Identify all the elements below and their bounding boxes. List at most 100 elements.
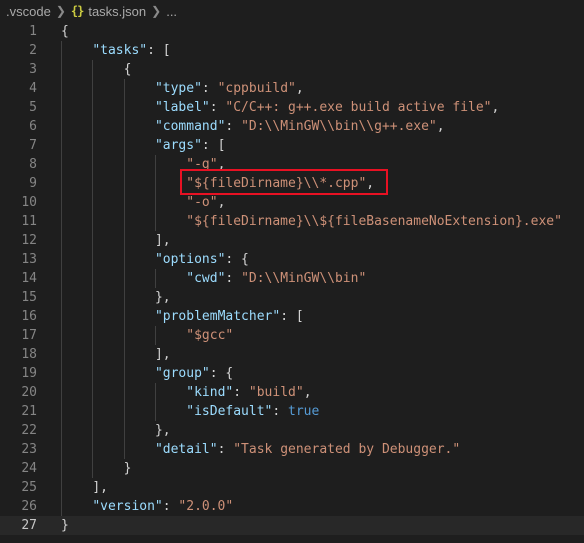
code-text: }, <box>155 421 171 440</box>
code-line[interactable]: 21 "isDefault": true <box>0 402 584 421</box>
line-number: 10 <box>21 195 37 210</box>
code-line[interactable]: 6 "command": "D:\\MinGW\\bin\\g++.exe", <box>0 117 584 136</box>
chevron-right-icon: ❯ <box>151 4 162 18</box>
code-line[interactable]: 13 "options": { <box>0 250 584 269</box>
indent-guide <box>123 421 125 440</box>
code-token: : [ <box>147 43 171 58</box>
code-text: "args": [ <box>155 136 225 155</box>
indent-guide <box>92 402 94 421</box>
code-line[interactable]: 10 "-o", <box>0 193 584 212</box>
code-token: , <box>217 195 226 210</box>
code-line[interactable]: 15}, <box>0 288 584 307</box>
code-line[interactable]: 3{ <box>0 60 584 79</box>
indent-guide <box>92 326 94 345</box>
code-line[interactable]: 24} <box>0 459 584 478</box>
indent-guide <box>123 326 125 345</box>
code-line[interactable]: 20 "kind": "build", <box>0 383 584 402</box>
line-number: 14 <box>21 271 37 286</box>
code-token: "-o" <box>186 195 218 210</box>
line-number: 22 <box>21 423 37 438</box>
code-token: "Task generated by Debugger." <box>233 442 461 457</box>
code-line[interactable]: 5 "label": "C/C++: g++.exe build active f… <box>0 98 584 117</box>
code-line[interactable]: 4 "type": "cppbuild", <box>0 79 584 98</box>
code-token: { <box>123 62 132 77</box>
code-token: "options" <box>154 252 226 267</box>
code-line[interactable]: 18], <box>0 345 584 364</box>
line-number: 3 <box>29 62 37 77</box>
code-line[interactable]: 19 "group": { <box>0 364 584 383</box>
code-text: "${fileDirname}\\*.cpp", <box>186 174 374 193</box>
indent-guide <box>61 269 62 288</box>
code-line[interactable]: 8 "-g", <box>0 155 584 174</box>
indent-guide <box>123 136 125 155</box>
line-number: 5 <box>29 100 37 115</box>
code-line[interactable]: 26 "version": "2.0.0" <box>0 497 584 516</box>
code-line[interactable]: 17 "$gcc" <box>0 326 584 345</box>
breadcrumb-folder[interactable]: .vscode <box>6 4 51 19</box>
indent-guide <box>92 60 94 79</box>
code-token: true <box>288 404 320 419</box>
code-token: "kind" <box>186 385 234 400</box>
indent-guide <box>154 212 156 231</box>
indent-guide <box>61 497 62 516</box>
indent-guide <box>61 440 62 459</box>
indent-guide <box>123 383 125 402</box>
line-number: 6 <box>29 119 37 134</box>
json-braces-icon: {} <box>70 4 84 18</box>
breadcrumb-more[interactable]: ... <box>166 4 177 19</box>
indent-guide <box>61 60 62 79</box>
code-token: "tasks" <box>92 43 148 58</box>
line-number: 16 <box>21 309 37 324</box>
indent-guide <box>61 193 62 212</box>
code-text: ], <box>155 345 171 364</box>
indent-guide <box>61 402 62 421</box>
code-line[interactable]: 14 "cwd": "D:\\MinGW\\bin" <box>0 269 584 288</box>
code-token: "cwd" <box>186 271 226 286</box>
code-line[interactable]: 1{ <box>0 22 584 41</box>
code-line[interactable]: 25], <box>0 478 584 497</box>
code-line[interactable]: 9 "${fileDirname}\\*.cpp", <box>0 174 584 193</box>
indent-guide <box>123 250 125 269</box>
indent-guide <box>123 212 125 231</box>
code-line[interactable]: 12], <box>0 231 584 250</box>
line-number: 7 <box>29 138 37 153</box>
indent-guide <box>61 136 62 155</box>
code-token: : { <box>225 252 249 267</box>
code-token: "D:\\MinGW\\bin" <box>241 271 367 286</box>
code-token: , <box>217 157 226 172</box>
code-editor[interactable]: 1{2 "tasks": [3{4 "type": "cppbuild", 5 "lab… <box>0 22 584 543</box>
code-line[interactable]: 23 "detail": "Task generated by Debugger.… <box>0 440 584 459</box>
code-token: , <box>436 119 445 134</box>
code-text: }, <box>155 288 171 307</box>
code-token: "version" <box>92 499 163 514</box>
code-token: : <box>201 81 218 96</box>
code-token: : <box>209 100 226 115</box>
indent-guide <box>123 98 125 117</box>
code-text: "$gcc" <box>186 326 233 345</box>
code-line[interactable]: 11 "${fileDirname}\\${fileBasenameNoExten… <box>0 212 584 231</box>
code-text: "options": { <box>155 250 249 269</box>
code-text: { <box>124 60 132 79</box>
code-line[interactable]: 22}, <box>0 421 584 440</box>
line-number: 13 <box>21 252 37 267</box>
indent-guide <box>92 117 94 136</box>
code-line[interactable]: 27} <box>0 516 584 535</box>
code-token: , <box>491 100 500 115</box>
line-number: 8 <box>29 157 37 172</box>
indent-guide <box>61 345 62 364</box>
code-line[interactable]: 16 "problemMatcher": [ <box>0 307 584 326</box>
code-text: } <box>124 459 132 478</box>
indent-guide <box>61 459 62 478</box>
line-number: 21 <box>21 404 37 419</box>
breadcrumb-file[interactable]: tasks.json <box>88 4 146 19</box>
code-line[interactable]: 2 "tasks": [ <box>0 41 584 60</box>
line-number: 12 <box>21 233 37 248</box>
code-line[interactable]: 7 "args": [ <box>0 136 584 155</box>
indent-guide <box>92 345 94 364</box>
code-token: ], <box>154 233 171 248</box>
code-token: "C/C++: g++.exe build active file" <box>225 100 492 115</box>
indent-guide <box>61 79 62 98</box>
indent-guide <box>92 250 94 269</box>
code-text: "detail": "Task generated by Debugger." <box>155 440 460 459</box>
code-token: "args" <box>154 138 202 153</box>
